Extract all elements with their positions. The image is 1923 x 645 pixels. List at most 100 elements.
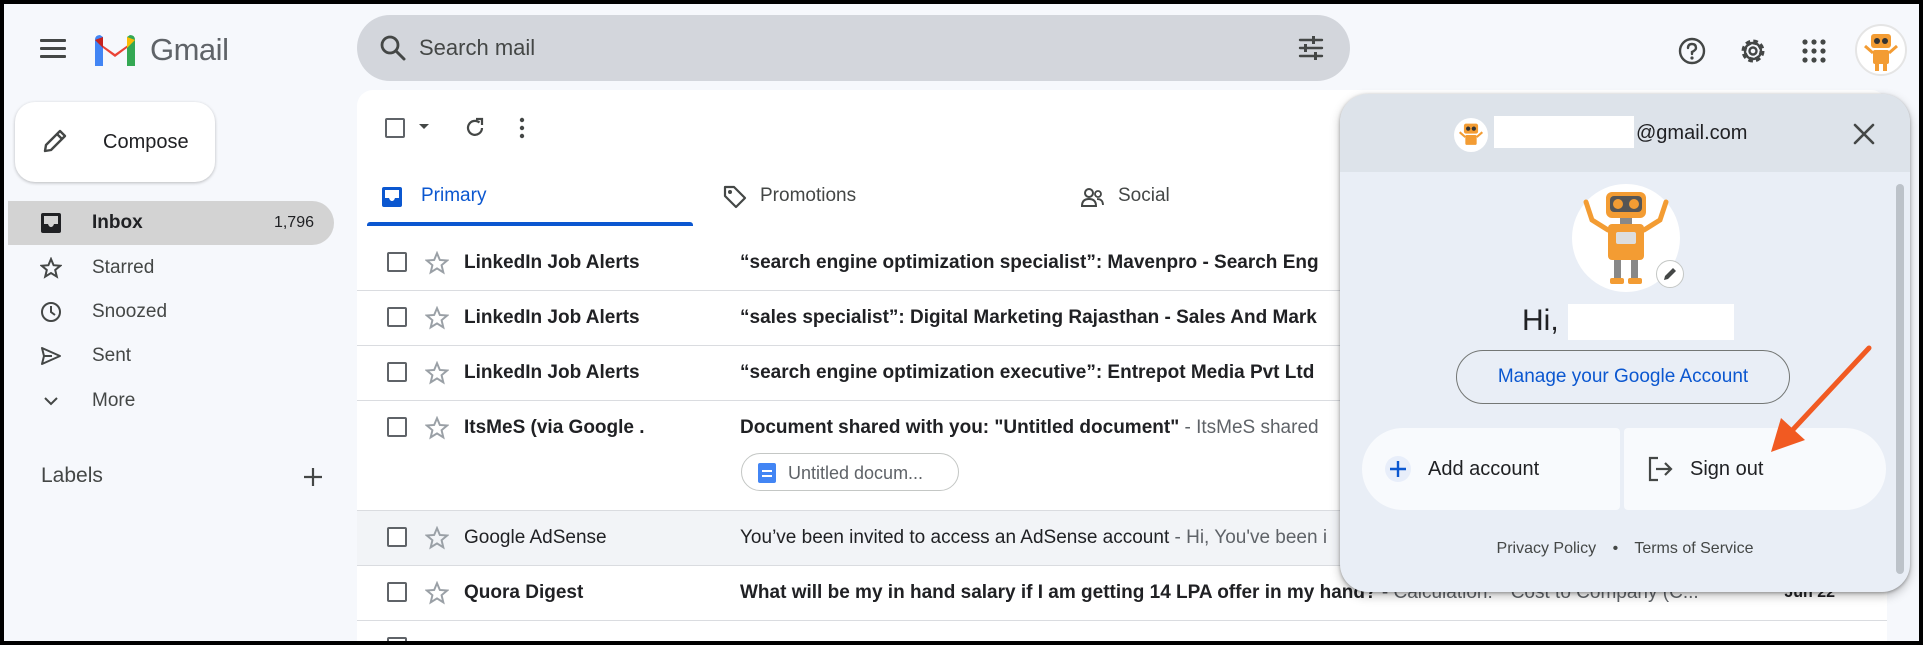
google-docs-icon	[758, 463, 776, 483]
tab-promotions[interactable]: Promotions	[722, 166, 1042, 226]
email-subject: “search engine optimization specialist”:…	[740, 252, 1319, 273]
tab-social[interactable]: Social	[1080, 166, 1380, 226]
email-checkbox[interactable]	[387, 252, 407, 272]
close-icon[interactable]	[1846, 116, 1882, 152]
send-icon	[41, 347, 61, 365]
sidebar-item-starred[interactable]: Starred	[4, 246, 334, 290]
sidebar-item-label: Inbox	[92, 212, 143, 233]
sidebar-item-label: Starred	[92, 257, 155, 278]
account-popup-header: @gmail.com	[1340, 94, 1910, 172]
star-icon[interactable]	[425, 361, 449, 385]
star-icon[interactable]	[425, 251, 449, 275]
settings-gear-icon[interactable]	[1738, 36, 1768, 66]
email-sender: ItsMeS (via Google .	[464, 417, 645, 438]
sidebar-item-inbox[interactable]: Inbox 1,796	[8, 201, 334, 245]
main-menu-button[interactable]	[36, 34, 70, 68]
sidebar-item-snoozed[interactable]: Snoozed	[4, 290, 334, 334]
gmail-window: Gmail Search mail Compose Inbox 1,796 St…	[4, 4, 1919, 641]
attachment-name: Untitled docum...	[788, 463, 924, 483]
email-checkbox[interactable]	[387, 637, 407, 641]
pencil-icon	[1664, 268, 1676, 280]
privacy-policy-link[interactable]: Privacy Policy	[1497, 540, 1597, 557]
compose-label: Compose	[103, 131, 189, 153]
menu-bar	[40, 55, 66, 58]
email-row[interactable]	[357, 621, 1887, 641]
email-checkbox[interactable]	[387, 307, 407, 327]
sidebar-item-more[interactable]: More	[4, 379, 334, 423]
tab-primary[interactable]: Primary	[367, 166, 693, 226]
profile-picture[interactable]	[1572, 184, 1684, 292]
redacted-user-name	[1568, 304, 1734, 340]
email-sender: LinkedIn Job Alerts	[464, 362, 640, 383]
email-checkbox[interactable]	[387, 362, 407, 382]
account-popup: @gmail.com Hi, Manage your Google Accoun…	[1340, 94, 1910, 592]
add-label-icon[interactable]	[300, 464, 326, 490]
sidebar-item-sent[interactable]: Sent	[4, 334, 334, 378]
star-icon[interactable]	[425, 581, 449, 605]
greeting: Hi,	[1522, 304, 1559, 337]
select-dropdown-icon[interactable]	[417, 122, 431, 132]
popup-scrollbar[interactable]	[1896, 184, 1904, 574]
email-checkbox[interactable]	[387, 527, 407, 547]
star-icon	[40, 257, 62, 279]
search-options-icon[interactable]	[1297, 34, 1325, 62]
email-sender: Quora Digest	[464, 582, 584, 603]
attachment-chip[interactable]: Untitled docum...	[741, 453, 959, 491]
select-all-checkbox[interactable]	[385, 118, 405, 138]
sign-out-label: Sign out	[1690, 458, 1764, 480]
account-avatar-button[interactable]	[1855, 24, 1907, 76]
edit-photo-button[interactable]	[1656, 260, 1684, 288]
inbox-count: 1,796	[273, 214, 314, 231]
gmail-logo-icon[interactable]	[92, 32, 138, 68]
email-subject: “sales specialist”: Digital Marketing Ra…	[740, 307, 1317, 328]
redacted-email-username	[1494, 116, 1634, 148]
inbox-icon	[382, 187, 402, 207]
email-checkbox[interactable]	[387, 582, 407, 602]
labels-heading: Labels	[41, 464, 103, 487]
tab-label: Promotions	[760, 185, 857, 206]
email-subject: You’ve been invited to access an AdSense…	[740, 527, 1328, 548]
email-subject: Document shared with you: "Untitled docu…	[740, 417, 1319, 438]
refresh-icon[interactable]	[463, 116, 487, 140]
logout-icon	[1648, 456, 1673, 482]
compose-button[interactable]: Compose	[15, 102, 215, 182]
search-icon[interactable]	[379, 34, 407, 62]
email-sender: LinkedIn Job Alerts	[464, 252, 640, 273]
footer-separator: •	[1612, 540, 1619, 557]
menu-bar	[40, 47, 66, 50]
more-options-icon[interactable]	[517, 116, 527, 140]
add-account-label: Add account	[1428, 458, 1540, 480]
robot-avatar-icon	[1864, 34, 1898, 71]
sidebar-item-label: Sent	[92, 345, 132, 366]
help-icon[interactable]	[1677, 36, 1707, 66]
menu-bar	[40, 39, 66, 42]
add-account-button[interactable]: Add account	[1362, 428, 1620, 510]
manage-google-account-button[interactable]: Manage your Google Account	[1456, 350, 1790, 404]
sign-out-button[interactable]: Sign out	[1624, 428, 1886, 510]
clock-icon	[41, 302, 61, 322]
email-checkbox[interactable]	[387, 417, 407, 437]
star-icon[interactable]	[425, 306, 449, 330]
star-icon[interactable]	[425, 416, 449, 440]
popup-footer: Privacy Policy • Terms of Service	[1340, 540, 1910, 558]
tab-label: Social	[1118, 185, 1170, 206]
account-email: @gmail.com	[1636, 122, 1748, 144]
active-tab-indicator	[367, 222, 693, 226]
google-apps-icon[interactable]	[1799, 36, 1829, 66]
terms-of-service-link[interactable]: Terms of Service	[1634, 540, 1753, 557]
small-avatar	[1454, 118, 1488, 152]
pencil-icon	[43, 129, 67, 153]
inbox-icon	[41, 213, 61, 233]
search-bar[interactable]	[357, 15, 1350, 81]
email-subject: “search engine optimization executive”: …	[740, 362, 1315, 383]
search-input[interactable]	[419, 29, 1219, 67]
star-icon[interactable]	[425, 526, 449, 550]
sidebar-item-label: More	[92, 390, 136, 411]
email-sender: Google AdSense	[464, 527, 607, 548]
plus-icon	[1385, 456, 1411, 482]
gmail-wordmark: Gmail	[150, 32, 229, 67]
tab-label: Primary	[421, 185, 487, 206]
people-icon	[1080, 188, 1104, 207]
sidebar-item-label: Snoozed	[92, 301, 168, 322]
tag-icon	[723, 185, 747, 209]
